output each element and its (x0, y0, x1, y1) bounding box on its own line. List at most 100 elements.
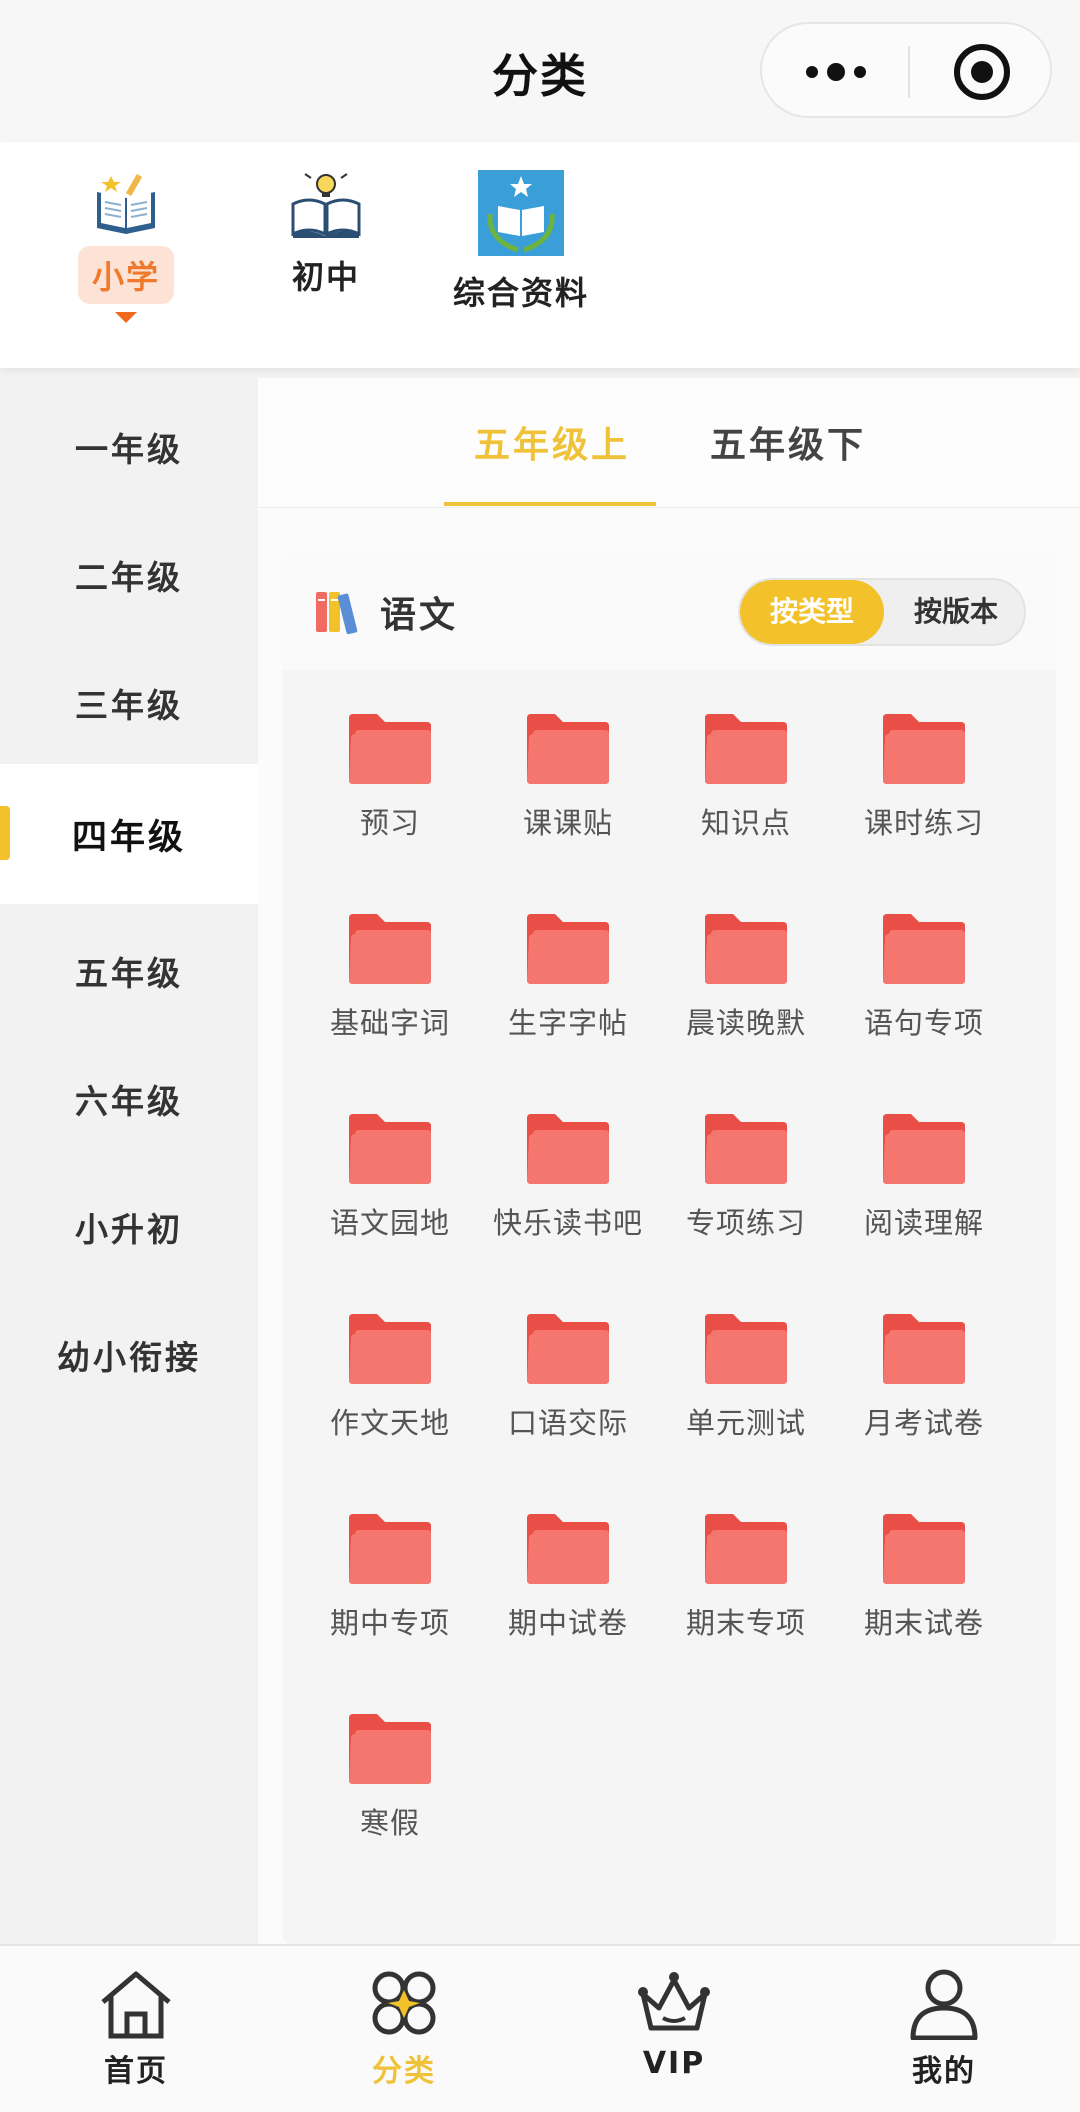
folder-label: 专项练习 (685, 1206, 806, 1240)
folder-label: 生字字帖 (507, 1006, 628, 1040)
crown-icon (638, 1972, 710, 2031)
folder-label: 预习 (359, 806, 420, 840)
folder-label: 知识点 (700, 806, 791, 840)
sort-toggle: 按类型 按版本 (738, 578, 1026, 646)
folder-item[interactable]: 预习 (300, 712, 480, 892)
level-label: 初中 (291, 258, 360, 296)
folder-item[interactable]: 生字字帖 (478, 912, 658, 1092)
level-junior[interactable]: 初中 (256, 170, 396, 304)
folder-label: 寒假 (359, 1806, 420, 1840)
tab-label: 分类 (372, 2054, 436, 2089)
folder-item[interactable]: 阅读理解 (834, 1112, 1014, 1292)
folder-label: 快乐读书吧 (492, 1206, 643, 1240)
folder-item[interactable]: 晨读晚默 (656, 912, 836, 1092)
tab-home[interactable]: 首页 (46, 1968, 226, 2090)
grade-item[interactable]: 二年级 (0, 508, 258, 642)
caret-down-icon (115, 312, 137, 323)
tab-category[interactable]: 分类 (314, 1968, 494, 2090)
folder-item[interactable]: 寒假 (300, 1712, 480, 1892)
folder-label: 语句专项 (863, 1006, 984, 1040)
level-primary[interactable]: 小学 (56, 170, 196, 323)
tab-label: VIP (642, 2046, 706, 2081)
school-emblem-icon (478, 170, 564, 256)
more-icon[interactable] (806, 62, 866, 82)
level-general[interactable]: 综合资料 (438, 170, 604, 320)
folder-item[interactable]: 语文园地 (300, 1112, 480, 1292)
folder-label: 课课贴 (522, 806, 613, 840)
tab-second-term[interactable]: 五年级下 (710, 416, 866, 468)
folder-icon (705, 714, 787, 784)
tab-mine[interactable]: 我的 (854, 1968, 1034, 2090)
grade-item[interactable]: 六年级 (0, 1032, 258, 1166)
home-icon (101, 1971, 171, 2039)
folder-label: 月考试卷 (863, 1406, 984, 1440)
folder-icon (527, 1514, 609, 1584)
folder-item[interactable]: 课课贴 (478, 712, 658, 892)
folder-item[interactable]: 期末试卷 (834, 1512, 1014, 1692)
navigation-bar: 分类 (0, 0, 1080, 142)
folder-icon (527, 1114, 609, 1184)
folder-item[interactable]: 期中试卷 (478, 1512, 658, 1692)
folder-item[interactable]: 基础字词 (300, 912, 480, 1092)
folder-label: 阅读理解 (863, 1206, 984, 1240)
folder-icon (527, 914, 609, 984)
folder-item[interactable]: 专项练习 (656, 1112, 836, 1292)
grade-item[interactable]: 三年级 (0, 636, 258, 770)
folder-icon (705, 1314, 787, 1384)
grade-item[interactable]: 五年级 (0, 904, 258, 1038)
folder-label: 口语交际 (507, 1406, 628, 1440)
folder-item[interactable]: 作文天地 (300, 1312, 480, 1492)
folder-icon (883, 1314, 965, 1384)
books-icon (316, 592, 358, 634)
folder-icon (527, 1314, 609, 1384)
folder-icon (349, 1714, 431, 1784)
toggle-by-type[interactable]: 按类型 (740, 580, 884, 644)
mini-program-capsule (760, 22, 1052, 118)
grade-item[interactable]: 幼小衔接 (0, 1288, 258, 1422)
category-icon (372, 1971, 436, 2035)
folder-item[interactable]: 课时练习 (834, 712, 1014, 892)
folder-item[interactable]: 单元测试 (656, 1312, 836, 1492)
folder-label: 单元测试 (685, 1406, 806, 1440)
term-tabs: 五年级上 五年级下 (258, 378, 1080, 508)
folder-item[interactable]: 期中专项 (300, 1512, 480, 1692)
subject-card: 语文 按类型 按版本 预习 课课贴 知识点 课时练习 基础字词 生字字帖 晨读晚默 语句专项语… (282, 550, 1056, 1944)
tab-underline (444, 502, 656, 506)
level-label: 综合资料 (452, 274, 589, 312)
tab-label: 我的 (912, 2054, 976, 2089)
grade-item-active[interactable]: 四年级 (0, 764, 258, 904)
folder-icon (349, 1114, 431, 1184)
folder-item[interactable]: 口语交际 (478, 1312, 658, 1492)
grade-sidebar: 一年级 二年级 三年级 四年级 五年级 六年级 小升初 幼小衔接 (0, 378, 258, 1944)
folder-item[interactable]: 知识点 (656, 712, 836, 892)
user-icon (910, 1969, 978, 2040)
folder-label: 期中试卷 (507, 1606, 628, 1640)
folder-label: 期中专项 (329, 1606, 450, 1640)
folder-icon (883, 714, 965, 784)
folder-icon (883, 1114, 965, 1184)
open-book-pencil-icon (97, 173, 155, 234)
folder-label: 基础字词 (329, 1006, 450, 1040)
folder-label: 期末专项 (685, 1606, 806, 1640)
folder-icon (705, 1114, 787, 1184)
folder-item[interactable]: 月考试卷 (834, 1312, 1014, 1492)
folder-label: 晨读晚默 (685, 1006, 806, 1040)
toggle-by-edition[interactable]: 按版本 (884, 580, 1024, 644)
tab-first-term[interactable]: 五年级上 (474, 416, 630, 468)
folder-icon (349, 914, 431, 984)
folder-item[interactable]: 快乐读书吧 (478, 1112, 658, 1292)
folder-icon (349, 1314, 431, 1384)
grade-item[interactable]: 小升初 (0, 1160, 258, 1294)
folder-icon (705, 914, 787, 984)
close-target-icon[interactable] (954, 44, 1010, 100)
folder-icon (883, 1514, 965, 1584)
folder-item[interactable]: 语句专项 (834, 912, 1014, 1092)
bottom-tab-bar: 首页 分类 VIP 我的 (0, 1944, 1080, 2112)
content-panel: 五年级上 五年级下 语文 按类型 按版本 预习 课课贴 知识点 课时练习 基础字词 生字字… (258, 378, 1080, 1944)
folder-item[interactable]: 期末专项 (656, 1512, 836, 1692)
tab-vip[interactable]: VIP (584, 1968, 764, 2081)
level-label: 小学 (77, 246, 174, 304)
grade-item[interactable]: 一年级 (0, 380, 258, 514)
folder-icon (527, 714, 609, 784)
folder-label: 作文天地 (329, 1406, 450, 1440)
